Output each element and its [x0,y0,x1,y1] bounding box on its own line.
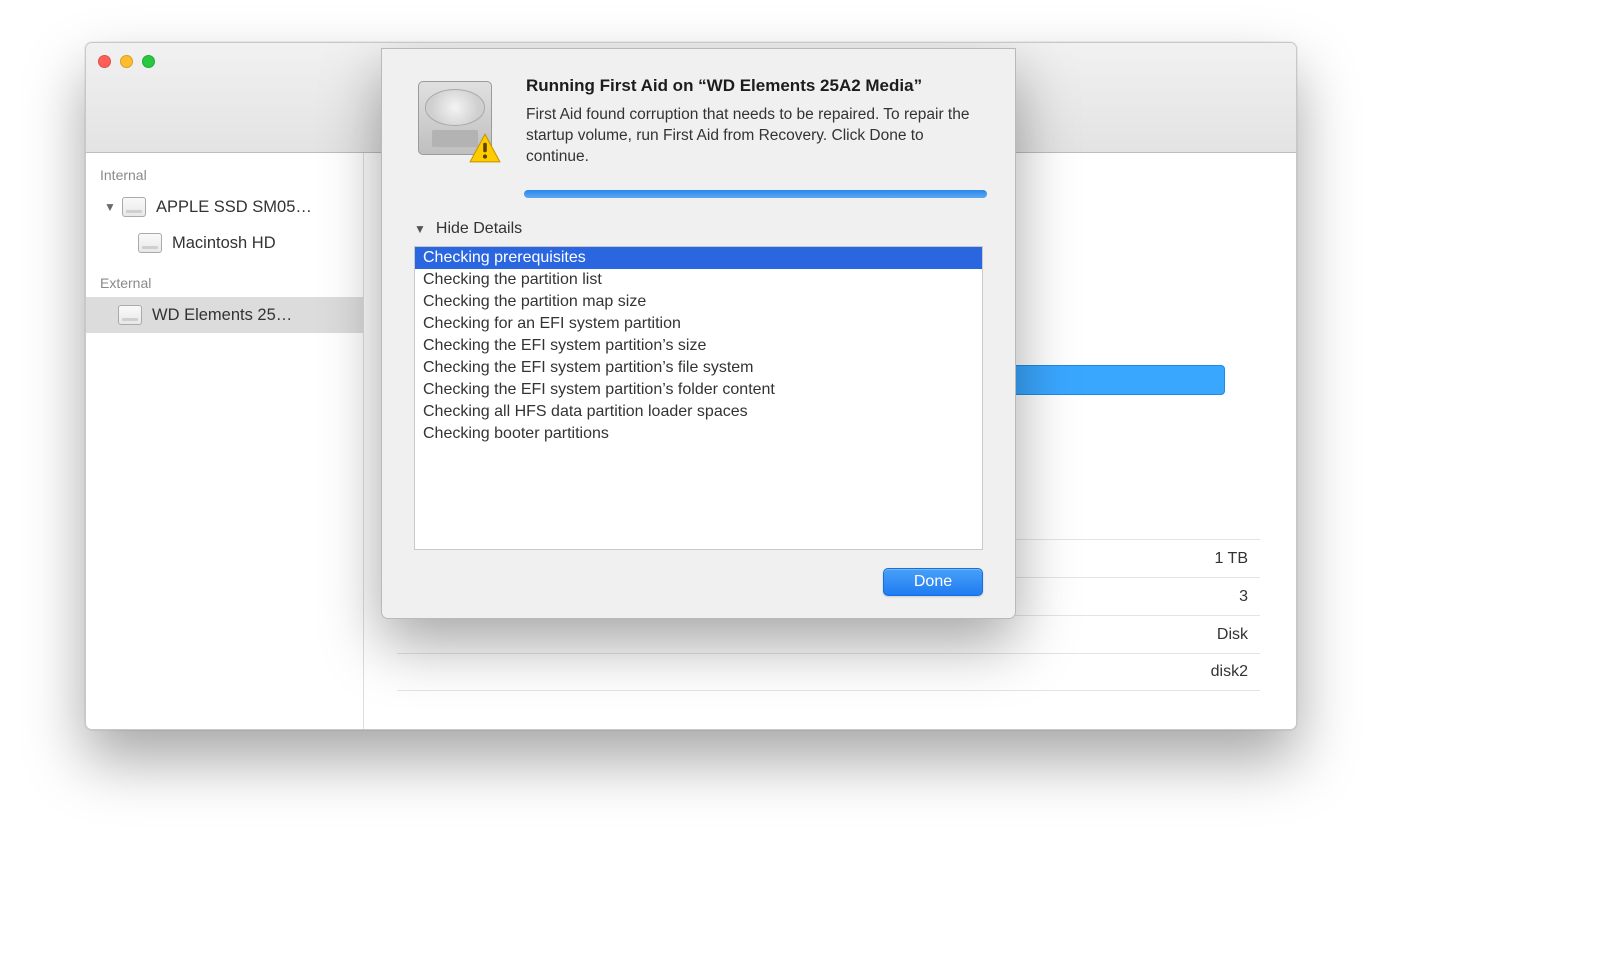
first-aid-log[interactable]: Checking prerequisites Checking the part… [414,246,983,550]
list-item[interactable]: Checking the EFI system partition’s size [415,335,982,357]
progress-bar [524,190,987,198]
done-button[interactable]: Done [883,568,983,596]
first-aid-dialog: Running First Aid on “WD Elements 25A2 M… [381,48,1016,619]
info-value: Disk [1217,626,1260,644]
list-item[interactable]: Checking the partition list [415,269,982,291]
details-toggle-label: Hide Details [436,220,522,238]
info-value: 3 [1239,588,1260,606]
sidebar-item-apple-ssd[interactable]: ▼ APPLE SSD SM05… [86,189,363,225]
chevron-down-icon[interactable]: ▼ [102,200,118,214]
sidebar-group-internal: Internal [86,153,363,189]
disk-utility-window: Disk Utility First Aid Partition Erase [85,42,1297,730]
internal-disk-icon [138,233,162,253]
sidebar-group-external: External [86,261,363,297]
table-row: Disk [397,615,1260,653]
sidebar-item-macintosh-hd[interactable]: Macintosh HD [86,225,363,261]
sidebar-item-label: APPLE SSD SM05… [156,198,312,217]
dialog-message: First Aid found corruption that needs to… [526,105,983,168]
list-item[interactable]: Checking booter partitions [415,423,982,445]
info-value: 1 TB [1215,550,1261,568]
external-disk-icon [118,305,142,325]
dialog-title: Running First Aid on “WD Elements 25A2 M… [526,75,983,97]
chevron-down-icon: ▼ [414,222,426,236]
details-toggle[interactable]: ▼ Hide Details [414,220,983,238]
list-item[interactable]: Checking all HFS data partition loader s… [415,401,982,423]
list-item[interactable]: Checking for an EFI system partition [415,313,982,335]
sidebar-item-label: Macintosh HD [172,234,276,253]
internal-disk-icon [122,197,146,217]
list-item[interactable]: Checking prerequisites [415,247,982,269]
sidebar: Internal ▼ APPLE SSD SM05… Macintosh HD … [86,153,364,729]
list-item[interactable]: Checking the EFI system partition’s file… [415,357,982,379]
table-row: disk2 [397,653,1260,691]
sidebar-item-label: WD Elements 25… [152,306,292,325]
info-value: disk2 [1211,663,1260,681]
sidebar-item-wd-elements[interactable]: WD Elements 25… [86,297,363,333]
list-item[interactable]: Checking the partition map size [415,291,982,313]
disk-warning-icon [414,77,500,163]
list-item[interactable]: Checking the EFI system partition’s fold… [415,379,982,401]
